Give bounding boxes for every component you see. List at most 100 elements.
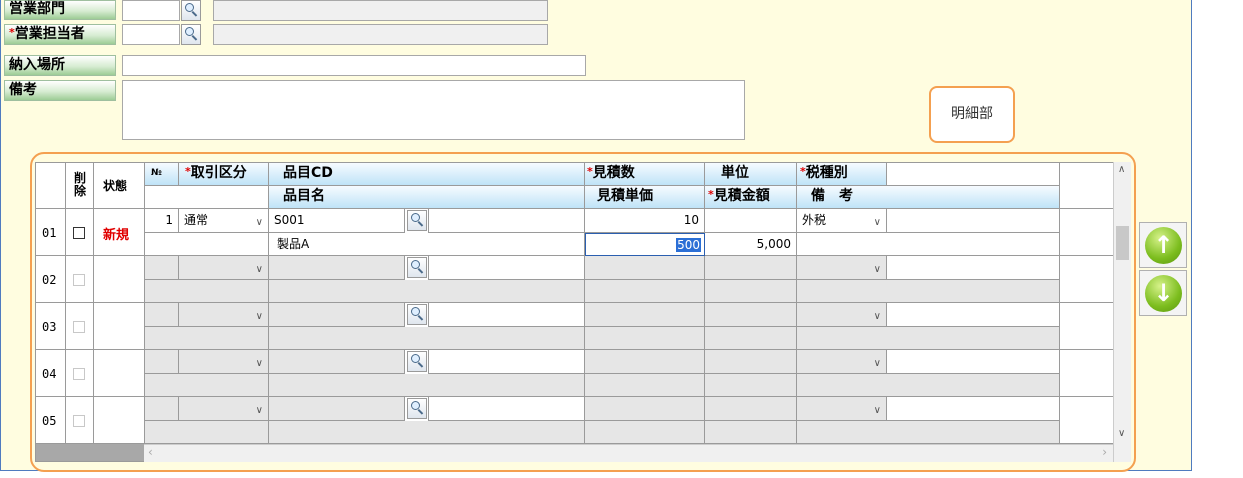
row-sub-blank [145, 421, 269, 444]
scroll-down-icon[interactable]: ∨ [1118, 428, 1125, 439]
header-unit: 単位 [705, 163, 797, 186]
chevron-down-icon: ∨ [873, 217, 881, 228]
item-search-button[interactable] [407, 210, 427, 231]
sales-dept-code-input[interactable] [122, 0, 180, 21]
row-sub-blank [145, 374, 269, 397]
header-tax-type: *税種別 [797, 163, 887, 186]
delivery-place-input[interactable] [122, 55, 586, 76]
move-row-up-button[interactable]: ↑ [1139, 222, 1187, 268]
line-no-cell [145, 397, 179, 421]
row-header[interactable]: 02 [36, 256, 66, 303]
trade-type-select[interactable]: 通常 ∨ [179, 209, 269, 233]
quote-qty-input[interactable]: 10 [585, 209, 705, 233]
scroll-right-icon[interactable]: › [1102, 445, 1107, 459]
item-cd-input[interactable] [269, 397, 405, 421]
vertical-scrollbar[interactable]: ∧ ∨ [1113, 162, 1131, 462]
delete-cell [66, 303, 94, 350]
unit-price-input[interactable] [585, 421, 705, 444]
search-icon [411, 213, 420, 222]
trade-type-select[interactable]: ∨ [179, 303, 269, 327]
delete-checkbox[interactable] [73, 227, 85, 239]
scrollbar-thumb[interactable] [1116, 226, 1129, 260]
quote-qty-input[interactable] [585, 350, 705, 374]
row-sub-blank [145, 327, 269, 350]
move-row-down-button[interactable]: ↓ [1139, 270, 1187, 316]
trade-type-select[interactable]: ∨ [179, 256, 269, 280]
tax-type-select[interactable]: ∨ [797, 303, 887, 327]
item-name-field[interactable] [269, 421, 585, 444]
tax-type-select[interactable]: ∨ [797, 256, 887, 280]
remarks-label: 備考 [4, 80, 116, 101]
required-mark: * [708, 188, 714, 201]
row-header[interactable]: 05 [36, 397, 66, 444]
remarks-textarea[interactable] [122, 80, 745, 140]
unit-price-input[interactable] [585, 374, 705, 397]
required-mark: * [800, 165, 806, 178]
search-icon [411, 260, 420, 269]
search-icon [185, 27, 194, 36]
sales-rep-name-field [213, 24, 548, 45]
header-remarks: 備 考 [797, 186, 1060, 209]
item-name-field[interactable] [269, 327, 585, 350]
item-search-button[interactable] [407, 398, 427, 419]
header-quote-qty: *見積数 [585, 163, 705, 186]
row-remarks-input[interactable] [797, 280, 1060, 303]
item-cd-extra [428, 397, 585, 421]
delete-cell [66, 256, 94, 303]
row-header[interactable]: 03 [36, 303, 66, 350]
delete-checkbox[interactable] [73, 368, 85, 380]
unit-cell [705, 350, 797, 374]
row-header[interactable]: 04 [36, 350, 66, 397]
item-cd-input[interactable] [269, 350, 405, 374]
row-remarks-input[interactable] [797, 374, 1060, 397]
tax-type-select[interactable]: ∨ [797, 350, 887, 374]
item-name-field[interactable] [269, 374, 585, 397]
row-number: 05 [42, 414, 57, 428]
tax-type-select[interactable]: ∨ [797, 397, 887, 421]
tax-type-select[interactable]: 外税 ∨ [797, 209, 887, 233]
item-cd-extra [428, 350, 585, 374]
item-cd-input[interactable] [269, 303, 405, 327]
chevron-down-icon: ∨ [255, 217, 263, 228]
sales-rep-code-input[interactable] [122, 24, 180, 45]
unit-cell [705, 303, 797, 327]
status-cell: 新規 [94, 209, 145, 256]
row-sub-blank [145, 280, 269, 303]
status-text: 新規 [103, 228, 130, 243]
scroll-left-icon[interactable]: ‹ [148, 445, 153, 459]
trade-type-select[interactable]: ∨ [179, 397, 269, 421]
trade-type-select[interactable]: ∨ [179, 350, 269, 374]
unit-price-input[interactable]: 500 [585, 233, 705, 256]
item-cd-input[interactable] [269, 256, 405, 280]
quote-qty-input[interactable] [585, 256, 705, 280]
scroll-up-icon[interactable]: ∧ [1118, 164, 1125, 175]
delete-checkbox[interactable] [73, 415, 85, 427]
item-name-field[interactable]: 製品A [269, 233, 585, 256]
sales-dept-search-button[interactable] [181, 0, 201, 21]
item-cd-input[interactable]: S001 [269, 209, 405, 233]
quote-qty-input[interactable] [585, 303, 705, 327]
delete-checkbox[interactable] [73, 321, 85, 333]
row-right-gap [1060, 350, 1114, 397]
item-search-button[interactable] [407, 351, 427, 372]
row-remarks-input[interactable] [797, 327, 1060, 350]
unit-price-input[interactable] [585, 327, 705, 350]
item-cd-extra [428, 256, 585, 280]
header-delete: 削除 [66, 163, 94, 209]
row-header[interactable]: 01 [36, 209, 66, 256]
sales-rep-search-button[interactable] [181, 24, 201, 45]
delete-cell [66, 209, 94, 256]
item-name-field[interactable] [269, 280, 585, 303]
row-remarks-input[interactable] [797, 421, 1060, 444]
delete-checkbox[interactable] [73, 274, 85, 286]
unit-price-input[interactable] [585, 280, 705, 303]
header-blank-2 [145, 186, 269, 209]
header-right-blank [1060, 163, 1114, 209]
horizontal-scrollbar[interactable]: ‹ › [144, 444, 1113, 462]
row-right-gap [1060, 397, 1114, 444]
item-search-button[interactable] [407, 257, 427, 278]
header-item-cd: 品目CD [269, 163, 585, 186]
row-remarks-input[interactable] [797, 233, 1060, 256]
item-search-button[interactable] [407, 304, 427, 325]
quote-qty-input[interactable] [585, 397, 705, 421]
